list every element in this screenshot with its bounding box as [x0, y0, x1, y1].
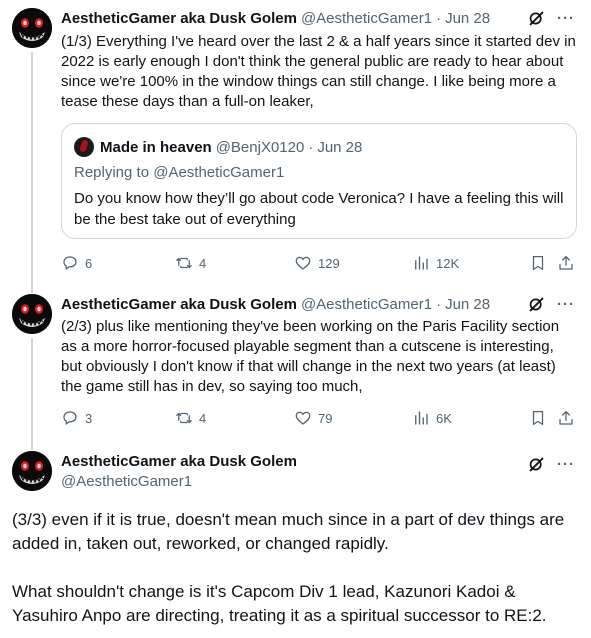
tweet-2[interactable]: AestheticGamer aka Dusk Golem @Aesthetic… — [0, 287, 591, 435]
separator-dot: · — [308, 138, 314, 156]
views-button[interactable]: 6K — [412, 409, 452, 427]
tweet-header: AestheticGamer aka Dusk Golem @Aesthetic… — [61, 452, 297, 492]
tweet-actions: 6 4 129 12K — [61, 254, 577, 274]
separator-dot: · — [436, 9, 442, 27]
repost-count: 4 — [199, 255, 207, 271]
like-count: 79 — [318, 410, 333, 426]
author-name[interactable]: AestheticGamer aka Dusk Golem — [61, 296, 297, 313]
share-button[interactable] — [557, 409, 575, 427]
thread-line — [31, 435, 33, 450]
bookmark-icon — [529, 409, 547, 427]
views-button[interactable]: 12K — [412, 254, 459, 272]
tweet-paragraph: (3/3) even if it is true, doesn't mean m… — [12, 510, 565, 553]
repost-button[interactable]: 4 — [175, 409, 206, 427]
more-icon[interactable]: ··· — [557, 457, 575, 472]
tweet-header: AestheticGamer aka Dusk Golem @Aesthetic… — [61, 8, 490, 28]
reply-count: 6 — [85, 255, 93, 271]
repost-button[interactable]: 4 — [175, 254, 206, 272]
reply-button[interactable]: 6 — [61, 254, 92, 272]
views-count: 12K — [436, 255, 460, 271]
share-button[interactable] — [557, 254, 575, 272]
author-name[interactable]: AestheticGamer aka Dusk Golem — [61, 10, 297, 27]
header-actions: ··· — [528, 456, 575, 473]
avatar[interactable] — [12, 8, 52, 48]
tweet-text: (2/3) plus like mentioning they've been … — [61, 318, 560, 395]
thread-line — [31, 287, 33, 293]
avatar[interactable] — [12, 451, 52, 491]
separator-dot: · — [436, 295, 442, 313]
replying-to: Replying to @AestheticGamer1 — [74, 164, 285, 181]
grok-icon[interactable] — [528, 10, 545, 27]
like-icon — [294, 254, 312, 272]
tweet-text: (3/3) even if it is true, doesn't mean m… — [12, 508, 579, 628]
thread-line — [31, 338, 33, 435]
author-name[interactable]: AestheticGamer aka Dusk Golem — [61, 452, 297, 472]
tweet-paragraph: What shouldn't change is it's Capcom Div… — [12, 582, 547, 625]
post-date[interactable]: Jun 28 — [445, 10, 490, 27]
views-count: 6K — [436, 410, 452, 426]
tweet-3[interactable]: AestheticGamer aka Dusk Golem @Aesthetic… — [0, 435, 591, 638]
views-icon — [412, 254, 430, 272]
author-handle[interactable]: @AestheticGamer1 — [61, 472, 297, 492]
reply-button[interactable]: 3 — [61, 409, 92, 427]
quote-text: Do you know how they’ll go about code Ve… — [74, 190, 564, 228]
post-date[interactable]: Jun 28 — [445, 296, 490, 313]
bookmark-icon — [529, 254, 547, 272]
repost-count: 4 — [199, 410, 207, 426]
reply-icon — [61, 409, 79, 427]
quote-header: Made in heaven @BenjX0120 · Jun 28 — [74, 137, 362, 157]
like-count: 129 — [318, 255, 340, 271]
thread-line — [31, 52, 33, 292]
repost-icon — [175, 254, 193, 272]
header-actions: ··· — [528, 10, 575, 27]
bookmark-button[interactable] — [529, 254, 547, 272]
like-icon — [294, 409, 312, 427]
quote-author-handle[interactable]: @BenjX0120 — [216, 139, 305, 156]
author-handle[interactable]: @AestheticGamer1 — [301, 10, 432, 27]
avatar[interactable] — [12, 294, 52, 334]
more-icon[interactable]: ··· — [557, 11, 575, 26]
tweet-header: AestheticGamer aka Dusk Golem @Aesthetic… — [61, 294, 490, 314]
like-button[interactable]: 79 — [294, 409, 332, 427]
bookmark-button[interactable] — [529, 409, 547, 427]
tweet-text: (1/3) Everything I've heard over the las… — [61, 33, 576, 110]
quote-date[interactable]: Jun 28 — [317, 139, 362, 156]
views-icon — [412, 409, 430, 427]
header-actions: ··· — [528, 296, 575, 313]
quoted-tweet[interactable]: Made in heaven @BenjX0120 · Jun 28 Reply… — [61, 123, 577, 239]
reply-count: 3 — [85, 410, 93, 426]
like-button[interactable]: 129 — [294, 254, 340, 272]
tweet-actions: 3 4 79 6K — [61, 409, 577, 429]
more-icon[interactable]: ··· — [557, 297, 575, 312]
grok-icon[interactable] — [528, 456, 545, 473]
grok-icon[interactable] — [528, 296, 545, 313]
share-icon — [557, 409, 575, 427]
quote-avatar[interactable] — [74, 137, 94, 157]
repost-icon — [175, 409, 193, 427]
reply-icon — [61, 254, 79, 272]
author-handle[interactable]: @AestheticGamer1 — [301, 296, 432, 313]
share-icon — [557, 254, 575, 272]
tweet-1[interactable]: AestheticGamer aka Dusk Golem @Aesthetic… — [0, 0, 591, 292]
quote-author-name[interactable]: Made in heaven — [100, 139, 212, 156]
